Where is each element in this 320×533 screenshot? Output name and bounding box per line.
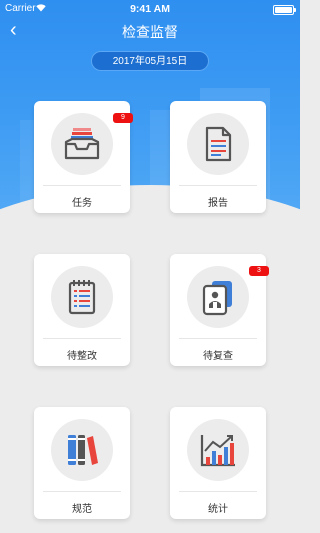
navigation-bar: ‹ 检查监督 xyxy=(0,18,300,44)
divider xyxy=(43,185,121,186)
card-label: 报告 xyxy=(208,198,228,209)
books-icon xyxy=(68,435,98,465)
card-pending-rectification[interactable]: 待整改 xyxy=(34,254,130,366)
icon-circle xyxy=(51,266,113,328)
card-label: 统计 xyxy=(208,504,228,515)
card-standards[interactable]: 规范 xyxy=(34,407,130,519)
divider xyxy=(43,338,121,339)
rectify-notebook-icon xyxy=(68,280,96,315)
card-label: 规范 xyxy=(72,504,92,515)
page-title: 检查监督 xyxy=(122,24,178,40)
card-label: 任务 xyxy=(72,198,92,209)
icon-circle xyxy=(187,113,249,175)
divider xyxy=(43,491,121,492)
icon-circle xyxy=(187,266,249,328)
date-selector[interactable]: 2017年05月15日 xyxy=(91,51,209,71)
inbox-tray-icon xyxy=(64,128,100,160)
review-files-icon xyxy=(202,281,232,316)
status-bar: Carrier 9:41 AM xyxy=(0,0,300,18)
card-statistics[interactable]: 统计 xyxy=(170,407,266,519)
clock: 9:41 AM xyxy=(130,3,170,15)
divider xyxy=(179,491,257,492)
icon-circle xyxy=(187,419,249,481)
card-tasks[interactable]: 9 任务 xyxy=(34,101,133,213)
card-pending-review[interactable]: 3 待复查 xyxy=(170,254,269,366)
card-reports[interactable]: 报告 xyxy=(170,101,266,213)
card-label: 待复查 xyxy=(203,351,233,362)
notification-badge: 9 xyxy=(113,113,133,123)
report-document-icon xyxy=(205,126,232,162)
card-label: 待整改 xyxy=(67,351,97,362)
divider xyxy=(179,185,257,186)
icon-circle xyxy=(51,419,113,481)
battery-icon xyxy=(273,5,296,15)
notification-badge: 3 xyxy=(249,266,269,276)
divider xyxy=(179,338,257,339)
icon-circle xyxy=(51,113,113,175)
statistics-chart-icon xyxy=(200,435,235,467)
